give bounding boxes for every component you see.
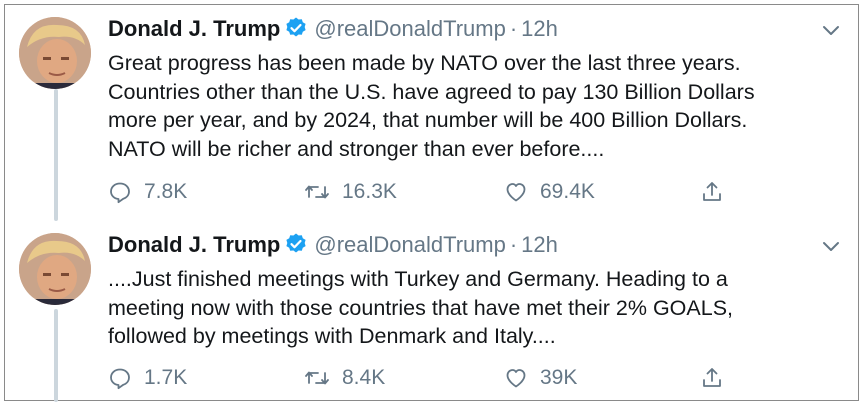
- share-icon: [703, 368, 721, 387]
- retweet-icon: [305, 185, 329, 199]
- author-handle[interactable]: @realDonaldTrump: [314, 232, 505, 257]
- reply-button[interactable]: 1.7K: [108, 363, 187, 393]
- author-handle[interactable]: @realDonaldTrump: [314, 16, 505, 41]
- retweet-count: 8.4K: [342, 366, 386, 389]
- chevron-down-icon[interactable]: [820, 19, 842, 41]
- tweet[interactable]: Donald J. Trump @realDonaldTrump · 12h ....…: [5, 231, 858, 401]
- like-button[interactable]: 69.4K: [504, 177, 595, 207]
- avatar[interactable]: [19, 17, 91, 89]
- reply-button[interactable]: 7.8K: [108, 177, 187, 207]
- avatar[interactable]: [19, 233, 91, 305]
- author-name[interactable]: Donald J. Trump: [108, 16, 280, 41]
- timestamp[interactable]: 12h: [521, 16, 558, 41]
- separator-dot: ·: [509, 232, 518, 257]
- heart-icon: [506, 369, 526, 388]
- tweet-header: Donald J. Trump @realDonaldTrump · 12h: [108, 231, 558, 263]
- reply-icon: [110, 182, 130, 204]
- reply-count: 1.7K: [144, 366, 188, 389]
- verified-badge-icon: [284, 232, 308, 263]
- tweet-header: Donald J. Trump @realDonaldTrump · 12h: [108, 15, 558, 47]
- heart-icon: [506, 183, 526, 202]
- author-name[interactable]: Donald J. Trump: [108, 232, 280, 257]
- tweet-actions: 7.8K 16.3K 69.4K: [108, 177, 808, 207]
- retweet-icon: [305, 371, 329, 385]
- like-count: 39K: [540, 366, 578, 389]
- share-icon: [703, 182, 721, 201]
- timestamp[interactable]: 12h: [521, 232, 558, 257]
- tweet-text: ....Just finished meetings with Turkey a…: [108, 267, 734, 348]
- like-count: 69.4K: [540, 180, 595, 203]
- reply-icon: [110, 368, 130, 390]
- separator-dot: ·: [509, 16, 518, 41]
- reply-count: 7.8K: [144, 180, 188, 203]
- retweet-count: 16.3K: [342, 180, 397, 203]
- tweet-actions: 1.7K 8.4K 39K: [108, 363, 808, 393]
- retweet-button[interactable]: 8.4K: [304, 363, 385, 393]
- tweet[interactable]: Donald J. Trump @realDonaldTrump · 12h Grea…: [5, 15, 858, 215]
- tweet-thread-frame: Donald J. Trump @realDonaldTrump · 12h Grea…: [4, 4, 859, 402]
- chevron-down-icon[interactable]: [820, 235, 842, 257]
- verified-badge-icon: [284, 16, 308, 47]
- share-button[interactable]: [700, 363, 736, 393]
- tweet-text: Great progress has been made by NATO ove…: [108, 51, 755, 161]
- share-button[interactable]: [700, 177, 736, 207]
- like-button[interactable]: 39K: [504, 363, 577, 393]
- retweet-button[interactable]: 16.3K: [304, 177, 397, 207]
